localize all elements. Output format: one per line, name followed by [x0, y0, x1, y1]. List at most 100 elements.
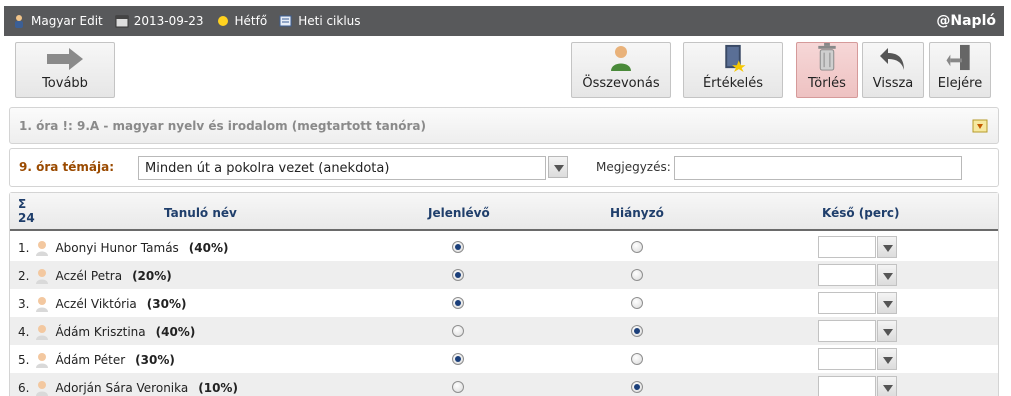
late-dropdown-button[interactable] — [877, 264, 897, 286]
cycle-info: Heti ciklus — [279, 14, 361, 28]
student-percent: (40%) — [155, 325, 196, 339]
avatar-icon — [36, 269, 49, 284]
present-radio[interactable] — [452, 325, 464, 337]
note-input[interactable] — [674, 156, 962, 180]
present-radio[interactable] — [452, 381, 464, 393]
chevron-down-icon — [554, 165, 564, 172]
collapse-icon[interactable] — [972, 118, 988, 134]
row-number: 4. — [18, 325, 30, 339]
user-info: Magyar Edit — [12, 14, 103, 28]
avatar-icon — [36, 353, 49, 368]
topic-dropdown-button[interactable] — [548, 156, 568, 178]
trash-icon — [818, 43, 836, 71]
table-row: 2. Aczél Petra (20%) — [10, 261, 998, 289]
student-count: Σ 24 — [18, 197, 35, 225]
count-value: 24 — [18, 211, 35, 225]
student-name[interactable]: Aczél Petra — [55, 269, 122, 283]
lesson-title: 1. óra !: 9.A - magyar nyelv és irodalom… — [19, 118, 427, 133]
back-label: Vissza — [872, 76, 914, 91]
chevron-down-icon — [883, 301, 893, 308]
header-name: Tanuló név — [164, 206, 237, 220]
present-radio[interactable] — [452, 353, 464, 365]
late-minutes-input[interactable] — [818, 348, 876, 370]
late-minutes-input[interactable] — [818, 236, 876, 258]
grading-button[interactable]: Értékelés — [683, 42, 783, 98]
note-label: Megjegyzés: — [596, 160, 671, 174]
grading-label: Értékelés — [702, 76, 764, 91]
student-name[interactable]: Ádám Péter — [55, 353, 125, 367]
student-percent: (10%) — [198, 381, 238, 395]
attendance-table: Σ 24 Tanuló név Jelenlévő Hiányzó Késő (… — [9, 192, 999, 396]
late-minutes-input[interactable] — [818, 376, 876, 396]
avatar-icon — [36, 325, 49, 340]
student-cell: 1. Abonyi Hunor Tamás (40%) — [18, 240, 229, 256]
absent-radio[interactable] — [631, 325, 643, 337]
undo-icon — [880, 48, 904, 70]
arrow-right-icon — [47, 48, 83, 70]
back-button[interactable]: Vissza — [862, 42, 924, 98]
sigma-symbol: Σ — [18, 197, 27, 211]
sun-icon — [217, 16, 228, 26]
late-minutes-input[interactable] — [818, 320, 876, 342]
user-icon — [15, 15, 23, 28]
late-dropdown-button[interactable] — [877, 292, 897, 314]
late-dropdown-button[interactable] — [877, 236, 897, 258]
absent-radio[interactable] — [631, 353, 643, 365]
user-name: Magyar Edit — [31, 14, 103, 28]
absent-radio[interactable] — [631, 269, 643, 281]
student-cell: 2. Aczél Petra (20%) — [18, 268, 172, 284]
delete-button[interactable]: Törlés — [796, 42, 858, 98]
table-row: 4. Ádám Krisztina (40%) — [10, 317, 998, 345]
delete-label: Törlés — [808, 76, 846, 91]
student-cell: 5. Ádám Péter (30%) — [18, 352, 175, 368]
header-present: Jelenlévő — [428, 206, 490, 220]
toolbar: Tovább Összevonás Értékelés Törlés Vissz… — [4, 36, 1004, 102]
row-number: 6. — [18, 381, 30, 395]
student-cell: 3. Aczél Viktória (30%) — [18, 296, 186, 312]
chevron-down-icon — [883, 329, 893, 336]
table-header: Σ 24 Tanuló név Jelenlévő Hiányzó Késő (… — [10, 193, 998, 231]
late-dropdown-button[interactable] — [877, 348, 897, 370]
lesson-header[interactable]: 1. óra !: 9.A - magyar nyelv és irodalom… — [9, 107, 999, 144]
summary-button[interactable]: Összevonás — [571, 42, 671, 98]
present-radio[interactable] — [452, 241, 464, 253]
student-name[interactable]: Ádám Krisztina — [55, 325, 145, 339]
late-minutes-input[interactable] — [818, 292, 876, 314]
day-info: Hétfő — [216, 14, 268, 28]
present-radio[interactable] — [452, 297, 464, 309]
row-number: 3. — [18, 297, 30, 311]
topic-label: 9. óra témája: — [19, 160, 115, 174]
chevron-down-icon — [883, 385, 893, 392]
chevron-down-icon — [883, 273, 893, 280]
avatar-icon — [36, 297, 49, 312]
avatar-icon — [36, 241, 49, 256]
grade-book-icon — [725, 44, 746, 72]
start-label: Elejére — [937, 76, 983, 91]
absent-radio[interactable] — [631, 297, 643, 309]
brand-logo: @Napló — [936, 13, 996, 29]
row-number: 5. — [18, 353, 30, 367]
start-button[interactable]: Elejére — [929, 42, 991, 98]
current-day: Hétfő — [234, 14, 268, 28]
student-name[interactable]: Abonyi Hunor Tamás — [55, 241, 178, 255]
current-date: 2013-09-23 — [133, 14, 204, 28]
absent-radio[interactable] — [631, 381, 643, 393]
header-late: Késő (perc) — [822, 206, 900, 220]
late-dropdown-button[interactable] — [877, 376, 897, 396]
row-number: 1. — [18, 241, 30, 255]
table-row: 1. Abonyi Hunor Tamás (40%) — [10, 233, 998, 261]
topic-select[interactable]: Minden út a pokolra vezet (anekdota) — [138, 156, 546, 180]
absent-radio[interactable] — [631, 241, 643, 253]
cycle-icon — [279, 15, 292, 27]
late-dropdown-button[interactable] — [877, 320, 897, 342]
student-name[interactable]: Adorján Sára Veronika — [55, 381, 188, 395]
late-minutes-input[interactable] — [818, 264, 876, 286]
present-radio[interactable] — [452, 269, 464, 281]
door-icon — [946, 44, 970, 71]
cycle-label: Heti ciklus — [298, 14, 361, 28]
next-button[interactable]: Tovább — [15, 42, 115, 98]
student-name[interactable]: Aczél Viktória — [55, 297, 136, 311]
table-row: 5. Ádám Péter (30%) — [10, 345, 998, 373]
topic-row: 9. óra témája: Minden út a pokolra vezet… — [9, 148, 999, 187]
student-percent: (20%) — [132, 269, 172, 283]
